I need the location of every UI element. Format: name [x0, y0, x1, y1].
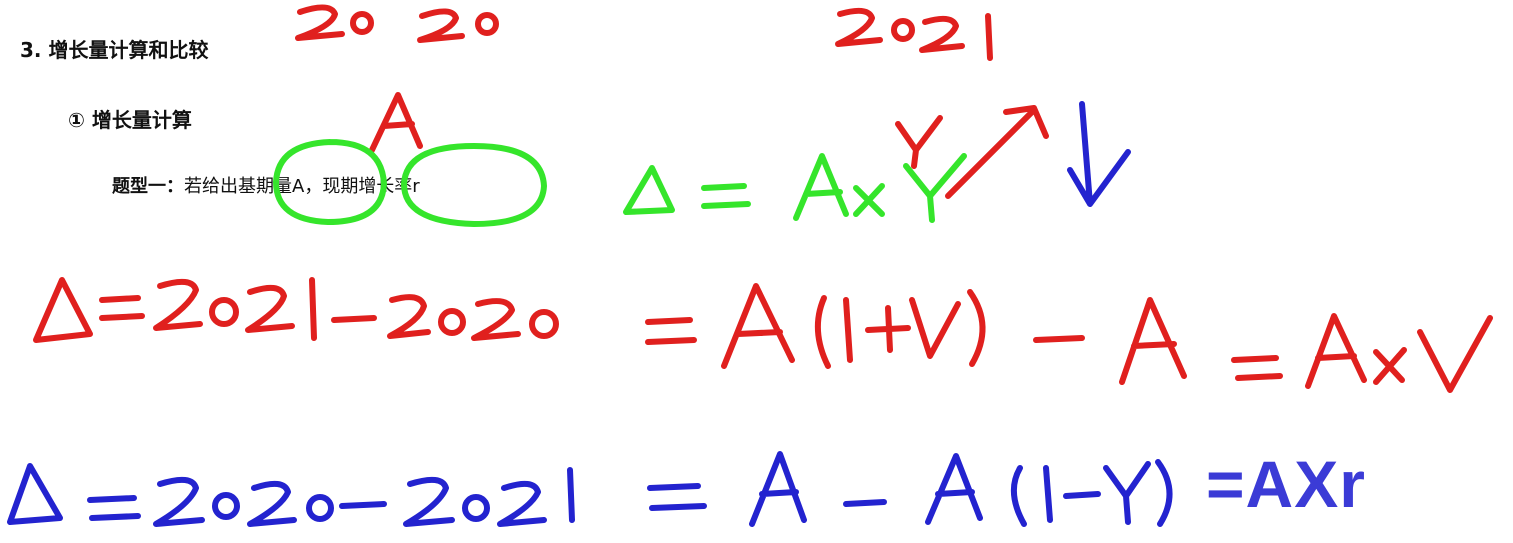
handwritten-year-2021: [835, 7, 993, 61]
handwritten-down-arrow: [1067, 101, 1131, 207]
handwritten-formula-blue: [7, 451, 1173, 527]
handwritten-formula-red: [33, 277, 1493, 393]
handwritten-year-2020: [295, 4, 499, 43]
result-axr-text: =AXr: [1206, 447, 1366, 521]
handwritten-circles: [273, 139, 547, 227]
handwritten-label-A: [369, 92, 423, 153]
